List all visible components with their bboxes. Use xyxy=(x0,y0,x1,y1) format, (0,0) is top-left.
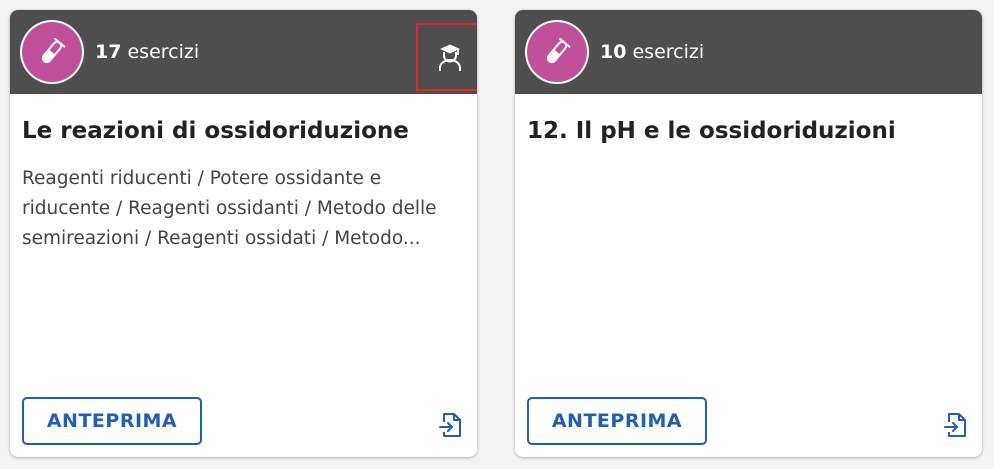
exercise-count-label: esercizi xyxy=(626,41,705,63)
exercise-count: 10 esercizi xyxy=(600,40,704,64)
teacher-resource-button[interactable] xyxy=(416,23,477,91)
card-header: 17 esercizi xyxy=(10,10,477,94)
exercise-count-number: 10 xyxy=(600,41,627,63)
exercise-count-label: esercizi xyxy=(121,41,200,63)
test-tube-icon xyxy=(22,22,82,82)
exercise-count-number: 17 xyxy=(95,41,122,63)
open-in-file-icon[interactable] xyxy=(438,411,464,439)
preview-button[interactable]: ANTEPRIMA xyxy=(22,397,202,445)
exercise-card: 10 esercizi 12. Il pH e le ossidoriduzio… xyxy=(515,10,982,457)
graduation-cap-person-icon xyxy=(438,44,461,71)
exercise-count: 17 esercizi xyxy=(95,40,199,64)
card-title[interactable]: Le reazioni di ossidoriduzione xyxy=(22,116,463,146)
card-title[interactable]: 12. Il pH e le ossidoriduzioni xyxy=(527,116,968,146)
card-description: Reagenti riducenti / Potere ossidante e … xyxy=(22,168,437,249)
open-in-file-icon[interactable] xyxy=(943,411,969,439)
card-header: 10 esercizi xyxy=(515,10,982,94)
test-tube-icon xyxy=(527,22,587,82)
preview-button[interactable]: ANTEPRIMA xyxy=(527,397,707,445)
exercise-card: 17 esercizi Le reazioni di ossidoriduzio… xyxy=(10,10,477,457)
